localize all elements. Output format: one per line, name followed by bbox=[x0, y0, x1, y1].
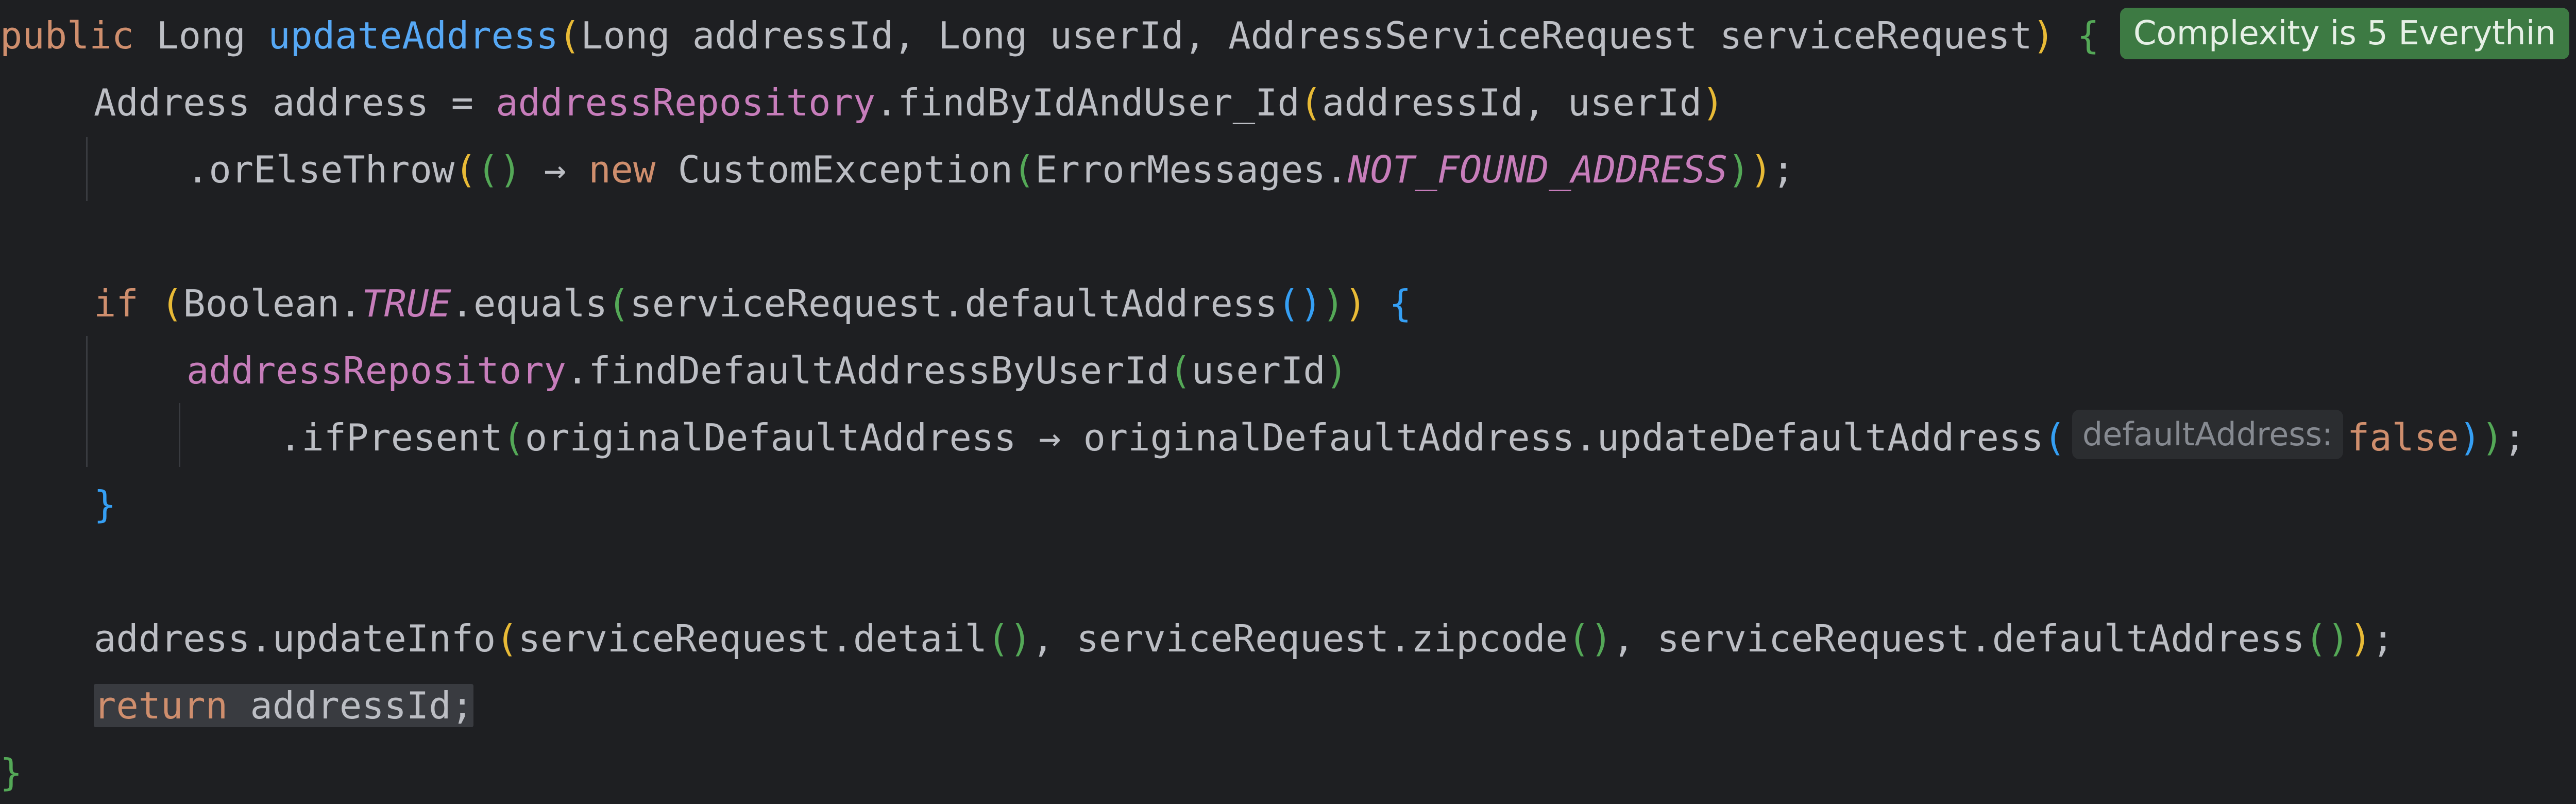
call-update-default-address: originalDefaultAddress.updateDefaultAddr… bbox=[1083, 416, 2044, 459]
type-service-request: AddressServiceRequest bbox=[1228, 14, 1698, 57]
class-boolean: Boolean. bbox=[183, 282, 362, 325]
ref-service-request: serviceRequest bbox=[630, 282, 943, 325]
keyword-return: return bbox=[94, 684, 228, 727]
code-line-2: Address address = addressRepository.find… bbox=[94, 81, 1724, 124]
highlighted-return-statement: return addressId; bbox=[94, 684, 473, 727]
arg-address-id: addressId bbox=[1322, 81, 1523, 124]
keyword-if: if bbox=[94, 282, 139, 325]
const-true: TRUE bbox=[362, 282, 451, 325]
field-address-repository: addressRepository bbox=[187, 349, 566, 392]
code-line-5: if (Boolean.TRUE.equals(serviceRequest.d… bbox=[94, 282, 1412, 325]
arrow-operator: → bbox=[1038, 416, 1061, 459]
code-line-7: .ifPresent(originalDefaultAddress → orig… bbox=[279, 404, 2526, 471]
call-if-present: .ifPresent bbox=[279, 416, 503, 459]
code-line-3: .orElseThrow(() → new CustomException(Er… bbox=[187, 148, 1795, 191]
code-line-8: } bbox=[94, 483, 116, 526]
call-default-address: .defaultAddress bbox=[942, 282, 1278, 325]
param-address-id: addressId bbox=[692, 14, 893, 57]
lambda-param: originalDefaultAddress bbox=[524, 416, 1016, 459]
const-not-found-address: NOT_FOUND_ADDRESS bbox=[1348, 148, 1728, 191]
type-long: Long bbox=[938, 14, 1028, 57]
call-equals: .equals bbox=[451, 282, 608, 325]
type-address: Address bbox=[94, 81, 250, 124]
keyword-new: new bbox=[588, 148, 656, 191]
code-line-10: address.updateInfo(serviceRequest.detail… bbox=[94, 617, 2394, 660]
type-custom-exception: CustomException bbox=[677, 148, 1013, 191]
return-value: addressId; bbox=[250, 684, 473, 727]
code-editor[interactable]: public Long updateAddress(Long addressId… bbox=[0, 0, 2576, 804]
indent-guide bbox=[86, 137, 88, 201]
complexity-badge[interactable]: Complexity is 5 Everythin bbox=[2120, 8, 2570, 59]
field-address-repository: addressRepository bbox=[496, 81, 876, 124]
param-service-request: serviceRequest bbox=[1719, 14, 2032, 57]
arg-user-id: userId bbox=[1191, 349, 1326, 392]
call-or-else-throw: .orElseThrow bbox=[187, 148, 455, 191]
keyword-public: public bbox=[0, 14, 134, 57]
keyword-false: false bbox=[2347, 416, 2459, 459]
method-name: updateAddress bbox=[268, 14, 558, 57]
code-line-1: public Long updateAddress(Long addressId… bbox=[0, 2, 2570, 69]
var-address: address bbox=[272, 81, 429, 124]
call-default-address: serviceRequest.defaultAddress bbox=[1657, 617, 2305, 660]
parameter-inlay-hint: defaultAddress: bbox=[2072, 410, 2343, 459]
arg-user-id: userId bbox=[1568, 81, 1702, 124]
code-line-6: addressRepository.findDefaultAddressByUs… bbox=[187, 349, 1348, 392]
call-update-info: address.updateInfo bbox=[94, 617, 496, 660]
code-line-12: } bbox=[0, 751, 23, 794]
type-long: Long bbox=[156, 14, 246, 57]
call-detail: serviceRequest.detail bbox=[518, 617, 987, 660]
call-zipcode: serviceRequest.zipcode bbox=[1076, 617, 1568, 660]
indent-guide bbox=[179, 403, 180, 467]
code-line-11: return addressId; bbox=[94, 672, 473, 739]
arrow-operator: → bbox=[544, 148, 566, 191]
type-long: Long bbox=[581, 14, 670, 57]
param-user-id: userId bbox=[1049, 14, 1184, 57]
call-find-default-address: .findDefaultAddressByUserId bbox=[566, 349, 1170, 392]
class-error-messages: ErrorMessages. bbox=[1035, 148, 1348, 191]
call-find-by-id-and-user: .findByIdAndUser_Id bbox=[875, 81, 1300, 124]
indent-guide bbox=[86, 336, 88, 467]
